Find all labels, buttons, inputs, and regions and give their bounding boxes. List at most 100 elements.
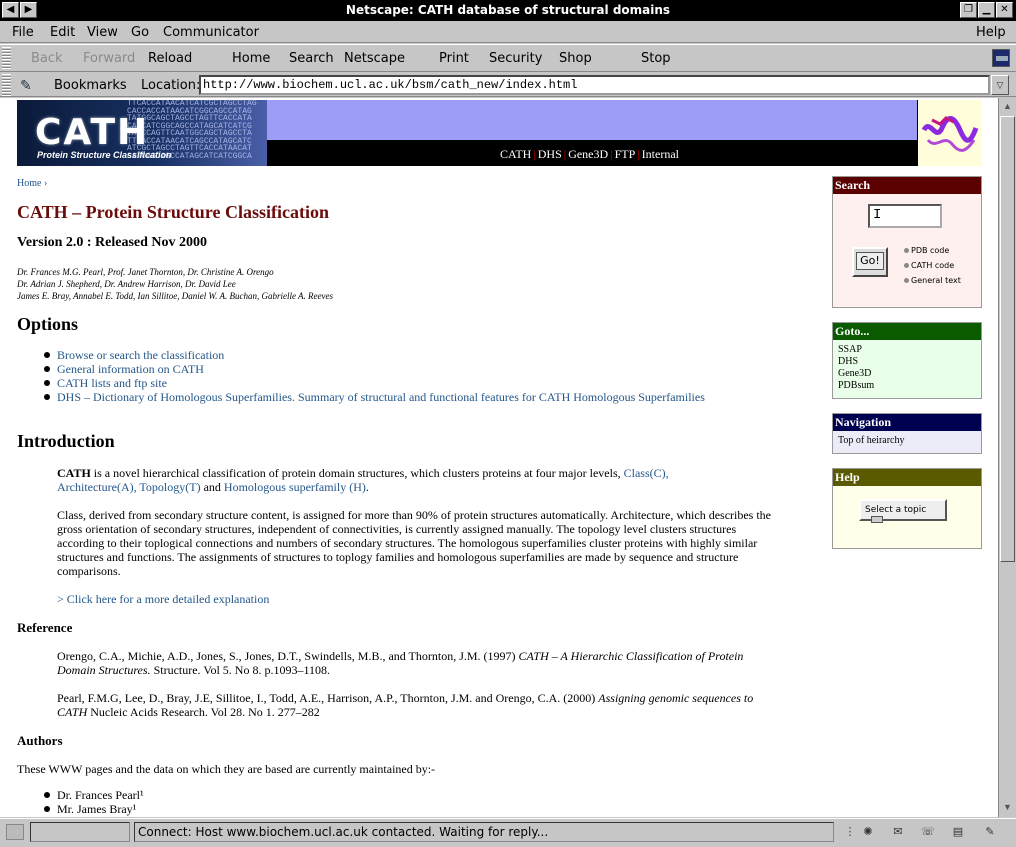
- banner-nav: CATH | DHS | Gene3D | FTP | Internal: [500, 147, 679, 161]
- progress-indicator: [30, 822, 130, 842]
- help-topic-label: Select a topic: [865, 505, 927, 515]
- search-button[interactable]: Search: [289, 51, 334, 66]
- contributors: Dr. Frances M.G. Pearl, Prof. Janet Thor…: [17, 266, 333, 302]
- menu-view[interactable]: View: [87, 25, 118, 40]
- contributors-line: Dr. Frances M.G. Pearl, Prof. Janet Thor…: [17, 267, 274, 277]
- author-item: Dr. Frances Pearl¹: [44, 788, 144, 802]
- version-line: Version 2.0 : Released Nov 2000: [17, 235, 208, 250]
- goto-ssap-link[interactable]: SSAP: [838, 344, 976, 356]
- top-of-hierarchy-link[interactable]: Top of heirarchy: [833, 431, 981, 451]
- back-button[interactable]: Back: [31, 51, 63, 66]
- topology-link[interactable]: Topology(T): [139, 480, 200, 494]
- shop-button[interactable]: Shop: [559, 51, 592, 66]
- print-button[interactable]: Print: [439, 51, 469, 66]
- option-menu-icon: [871, 516, 883, 523]
- option-general-info-link[interactable]: General information on CATH: [44, 362, 705, 376]
- help-topic-select[interactable]: Select a topic: [859, 499, 947, 523]
- nav-link-dhs[interactable]: DHS: [538, 147, 562, 161]
- nav-link-internal[interactable]: Internal: [642, 147, 679, 161]
- radio-label: CATH code: [911, 261, 955, 270]
- composer-icon[interactable]: ▤: [948, 824, 968, 840]
- url-dropdown-icon[interactable]: ▽: [991, 75, 1009, 95]
- stop-button[interactable]: Stop: [641, 51, 671, 66]
- options-list: Browse or search the classification Gene…: [44, 348, 705, 404]
- window-titlebar: ◀ ▶ Netscape: CATH database of structura…: [0, 0, 1016, 21]
- discussion-icon[interactable]: ☏: [918, 824, 938, 840]
- reference-1: Orengo, C.A., Michie, A.D., Jones, S., J…: [57, 649, 782, 677]
- window-minimize-icon[interactable]: ▁: [978, 2, 995, 18]
- intro-text: is a novel hierarchical classification o…: [90, 466, 624, 480]
- menu-go[interactable]: Go: [131, 25, 149, 40]
- detailed-explanation-link[interactable]: > Click here for a more detailed explana…: [57, 592, 782, 606]
- authors-heading: Authors: [17, 733, 63, 748]
- status-bar: Connect: Host www.biochem.ucl.ac.uk cont…: [0, 818, 1016, 847]
- toolbar-grip[interactable]: [2, 47, 11, 69]
- menu-edit[interactable]: Edit: [50, 25, 75, 40]
- home-button[interactable]: Home: [232, 51, 270, 66]
- dna-logo-image: TTCACCATAACATCATCGCTAGCCTAG CACCACCATAAC…: [17, 100, 267, 166]
- forward-button[interactable]: Forward: [83, 51, 135, 66]
- goto-pdbsum-link[interactable]: PDBsum: [838, 380, 976, 392]
- cath-logo-subtitle: Protein Structure Classification: [37, 150, 172, 160]
- homologous-superfamily-link[interactable]: Homologous superfamily (H): [224, 480, 366, 494]
- netscape-button[interactable]: Netscape: [344, 51, 405, 66]
- option-dhs-link[interactable]: DHS – Dictionary of Homologous Superfami…: [44, 390, 705, 404]
- help-box: Help Select a topic: [832, 468, 982, 549]
- goto-dhs-link[interactable]: DHS: [838, 356, 976, 368]
- mail-icon[interactable]: ✉: [888, 824, 908, 840]
- security-button[interactable]: Security: [489, 51, 542, 66]
- intro-and: and: [200, 480, 224, 494]
- window-close-icon[interactable]: ✕: [996, 2, 1013, 18]
- page-content: TTCACCATAACATCATCGCTAGCCTAG CACCACCATAAC…: [0, 98, 998, 817]
- cath-bold: CATH: [57, 466, 91, 480]
- menu-communicator[interactable]: Communicator: [163, 25, 259, 40]
- vertical-scrollbar[interactable]: ▲ ▼: [998, 98, 1016, 817]
- intro-paragraph-1: CATH is a novel hierarchical classificat…: [57, 466, 782, 494]
- breadcrumb[interactable]: Home ›: [17, 178, 47, 189]
- nav-link-gene3d[interactable]: Gene3D: [568, 147, 608, 161]
- edit-icon[interactable]: ✎: [980, 824, 1000, 840]
- go-button-label: Go!: [856, 252, 884, 270]
- navigation-box-heading: Navigation: [833, 414, 981, 431]
- url-input[interactable]: http://www.biochem.ucl.ac.uk/bsm/cath_ne…: [199, 75, 990, 95]
- class-link[interactable]: Class(C),: [624, 466, 669, 480]
- option-lists-ftp-link[interactable]: CATH lists and ftp site: [44, 376, 705, 390]
- security-lock-icon[interactable]: [6, 824, 24, 840]
- architecture-link[interactable]: Architecture(A),: [57, 480, 137, 494]
- status-text: Connect: Host www.biochem.ucl.ac.uk cont…: [134, 822, 834, 842]
- nav-link-cath[interactable]: CATH: [500, 147, 531, 161]
- bookmarks-icon[interactable]: ✎: [20, 78, 32, 94]
- location-grip[interactable]: [2, 74, 11, 96]
- location-label: Location:: [141, 78, 201, 93]
- cath-logo-text: CATH: [35, 112, 150, 153]
- go-button[interactable]: Go!: [852, 247, 888, 277]
- option-browse-link[interactable]: Browse or search the classification: [44, 348, 705, 362]
- goto-box-heading: Goto...: [833, 323, 981, 340]
- authors-list: Dr. Frances Pearl¹ Mr. James Bray¹: [44, 788, 144, 816]
- ref1-journal: Structure. Vol 5. No 8. p.1093–1108.: [150, 663, 331, 677]
- ref2-authors: Pearl, F.M.G, Lee, D., Bray, J.E, Sillit…: [57, 691, 599, 705]
- contributors-line: Dr. Adrian J. Shepherd, Dr. Andrew Harri…: [17, 279, 236, 289]
- reload-button[interactable]: Reload: [148, 51, 192, 66]
- window-restore-icon[interactable]: ❐: [960, 2, 977, 18]
- scroll-thumb[interactable]: [1000, 116, 1015, 562]
- ref1-authors: Orengo, C.A., Michie, A.D., Jones, S., J…: [57, 649, 519, 663]
- navigator-icon[interactable]: ✺: [858, 824, 878, 840]
- goto-gene3d-link[interactable]: Gene3D: [838, 368, 976, 380]
- scroll-up-icon[interactable]: ▲: [1000, 98, 1015, 114]
- menu-help[interactable]: Help: [976, 25, 1006, 40]
- radio-pdb-code[interactable]: PDB code: [904, 246, 949, 255]
- window-title: Netscape: CATH database of structural do…: [345, 3, 671, 17]
- nav-link-ftp[interactable]: FTP: [615, 147, 636, 161]
- radio-general-text[interactable]: General text: [904, 276, 961, 285]
- radio-cath-code[interactable]: CATH code: [904, 261, 954, 270]
- bookmarks-button[interactable]: Bookmarks: [54, 78, 127, 93]
- authors-intro: These WWW pages and the data on which th…: [17, 762, 436, 776]
- scroll-down-icon[interactable]: ▼: [1000, 799, 1015, 815]
- ref2-journal: Nucleic Acids Research. Vol 28. No 1. 27…: [87, 705, 320, 719]
- protein-structure-image: [917, 100, 982, 166]
- menu-file[interactable]: File: [12, 25, 34, 40]
- intro-end: .: [365, 480, 369, 494]
- page-title: CATH – Protein Structure Classification: [17, 202, 329, 222]
- contributors-line: James E. Bray, Annabel E. Todd, Ian Sill…: [17, 291, 334, 301]
